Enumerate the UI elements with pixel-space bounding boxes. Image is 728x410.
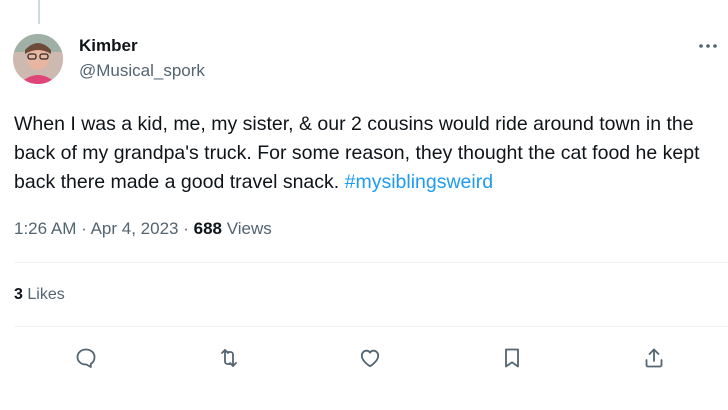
- likes-stat[interactable]: 3 Likes: [14, 285, 65, 305]
- tweet-meta: 1:26 AM · Apr 4, 2023 · 688 Views: [14, 218, 272, 240]
- views-count: 688: [193, 219, 222, 238]
- tweet-text: When I was a kid, me, my sister, & our 2…: [14, 110, 719, 197]
- divider: [14, 262, 728, 263]
- share-icon[interactable]: [640, 344, 668, 372]
- meta-separator: ·: [81, 219, 87, 238]
- likes-label: Likes: [27, 286, 65, 303]
- retweet-icon[interactable]: [215, 344, 243, 372]
- hashtag-link[interactable]: #mysiblingsweird: [345, 171, 493, 193]
- bookmark-icon[interactable]: [498, 344, 526, 372]
- author-name[interactable]: Kimber: [79, 36, 138, 56]
- views-label: Views: [226, 219, 272, 238]
- reply-icon[interactable]: [72, 344, 100, 372]
- author-handle[interactable]: @Musical_spork: [79, 61, 205, 81]
- likes-count: 3: [14, 286, 23, 303]
- more-horizontal-icon[interactable]: [696, 36, 720, 56]
- divider: [14, 326, 728, 327]
- avatar[interactable]: [13, 34, 63, 84]
- tweet-time[interactable]: 1:26 AM: [14, 219, 76, 238]
- meta-separator: ·: [183, 219, 189, 238]
- tweet-date[interactable]: Apr 4, 2023: [91, 219, 179, 238]
- heart-icon[interactable]: [356, 344, 384, 372]
- action-bar: [14, 344, 714, 372]
- thread-connector-line: [38, 0, 40, 24]
